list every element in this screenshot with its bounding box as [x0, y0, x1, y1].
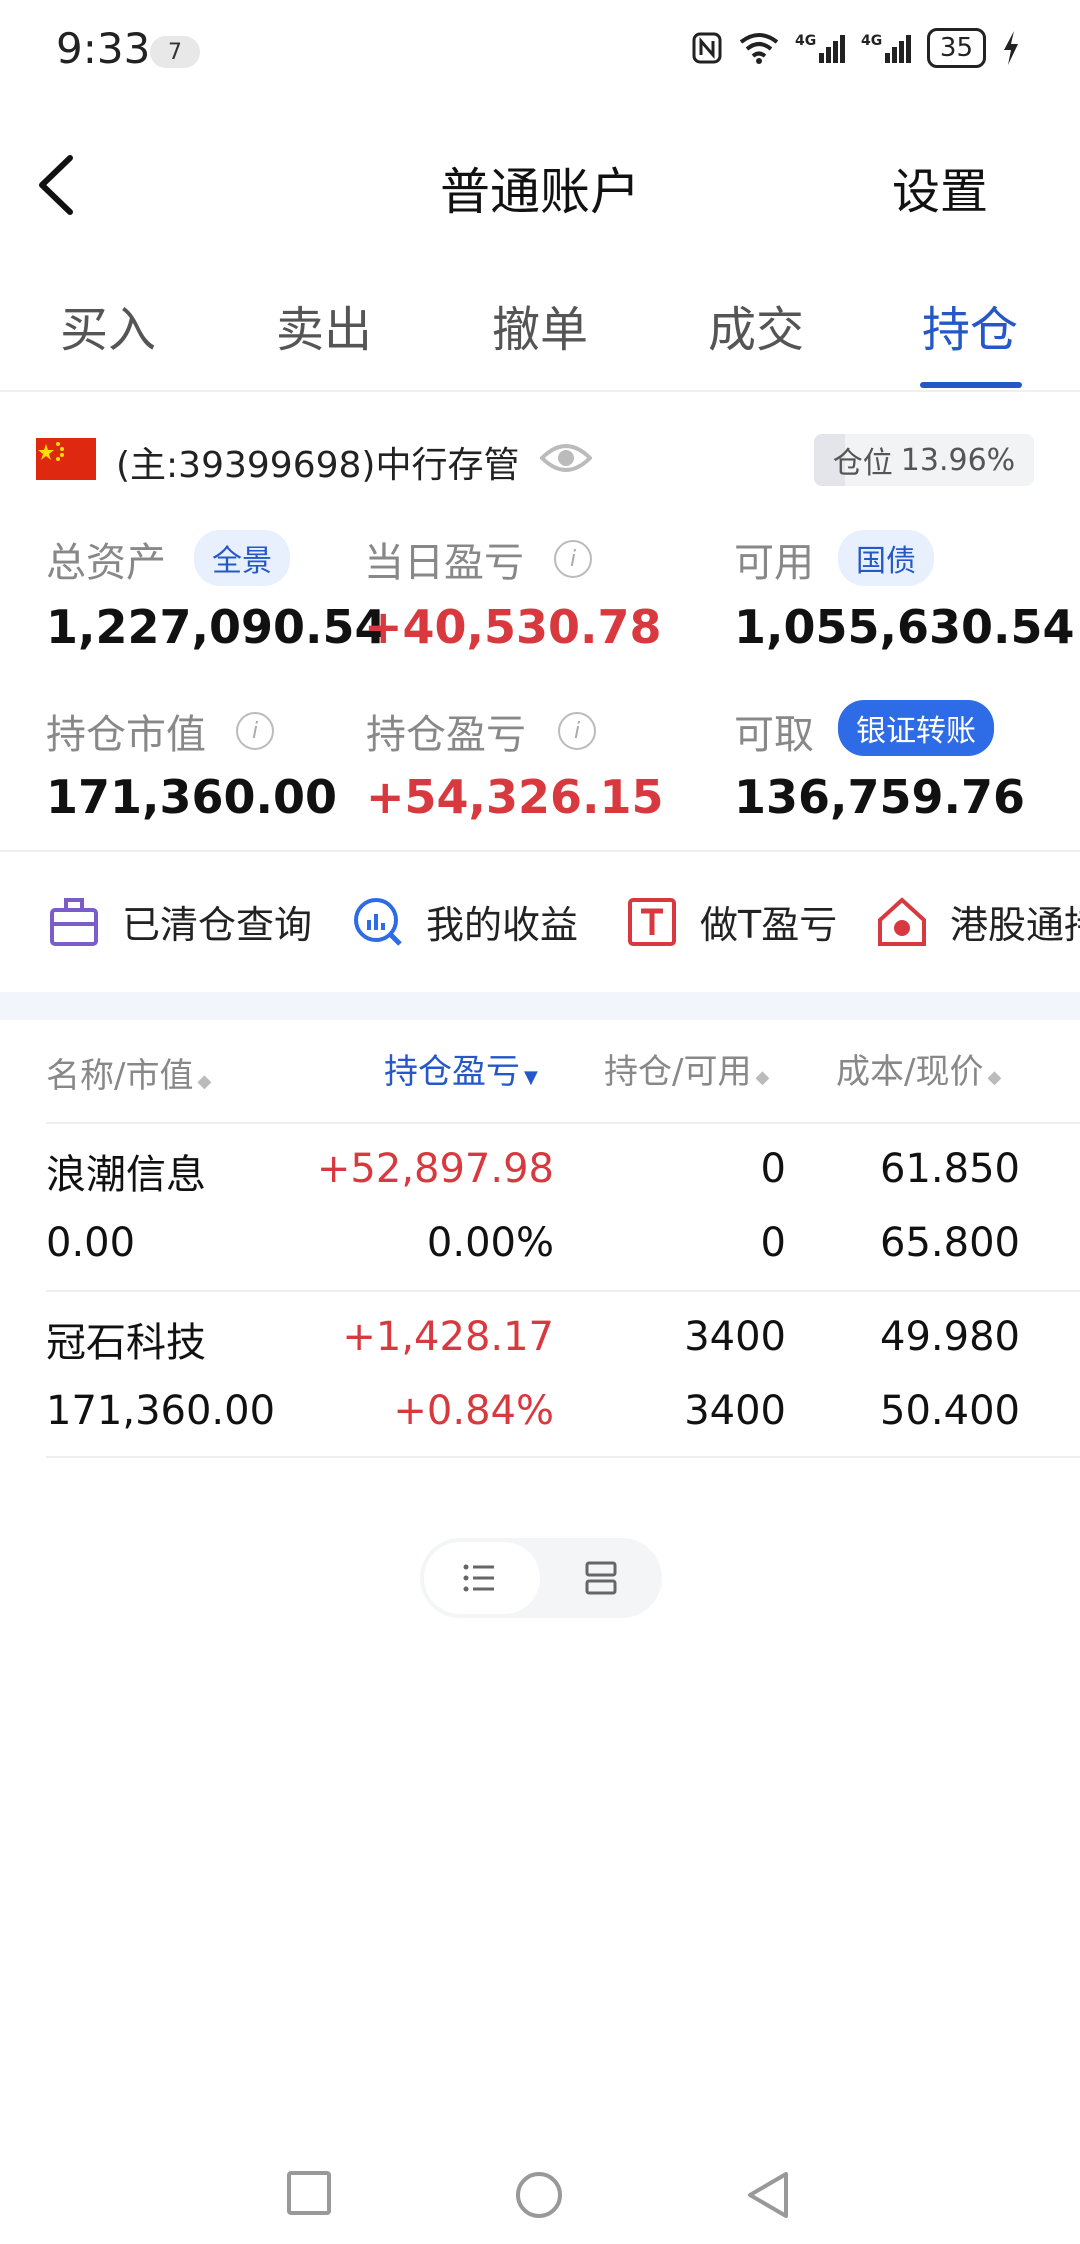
market-value-label: 持仓市值: [46, 712, 206, 758]
stock-holding: 3400: [684, 1314, 786, 1360]
stock-pnl: +52,897.98: [316, 1146, 554, 1192]
hk-flag-house-icon: [878, 896, 926, 946]
stock-pnl-pct: 0.00%: [426, 1220, 554, 1266]
stock-market-value: 0.00: [46, 1220, 136, 1266]
stock-available: 3400: [684, 1388, 786, 1434]
daily-pnl-value: +40,530.78: [364, 600, 662, 654]
quick-link-hk-connect[interactable]: 港股通持: [876, 894, 1080, 949]
tab-cancel-order[interactable]: 撤单: [492, 290, 588, 360]
table-row[interactable]: 浪潮信息 0.00 +52,897.98 0.00% 0 0 61.850 65…: [0, 1124, 1080, 1290]
stock-name: 冠石科技: [46, 1320, 206, 1366]
header-name[interactable]: 名称/市值 ◆: [46, 1048, 211, 1097]
position-ratio-label: 仓位: [832, 446, 893, 481]
settings-button[interactable]: 设置: [892, 152, 988, 222]
briefcase-icon: [50, 897, 98, 946]
status-time: 9:33: [56, 24, 151, 73]
total-assets-label: 总资产: [46, 540, 166, 586]
treasury-bond-pill[interactable]: 国债: [838, 530, 934, 586]
stock-cost: 49.980: [880, 1314, 1020, 1360]
stock-price: 50.400: [880, 1388, 1020, 1434]
bank-transfer-button[interactable]: 银证转账: [838, 700, 994, 756]
header-holding-label: 持仓/可用: [604, 1052, 752, 1092]
quick-link-label: 港股通持: [950, 903, 1080, 947]
stock-available: 0: [760, 1220, 786, 1266]
position-pnl-label: 持仓盈亏: [366, 712, 526, 758]
available-label: 可用: [734, 540, 814, 586]
view-mode-toggle: [420, 1538, 662, 1618]
4g-signal-icon: 4G: [795, 33, 845, 63]
withdrawable-value: 136,759.76: [734, 770, 1026, 824]
total-assets-value: 1,227,090.54: [46, 600, 387, 654]
wifi-icon: [739, 33, 779, 64]
card-view-icon[interactable]: [584, 1560, 618, 1596]
daily-pnl-label: 当日盈亏: [364, 540, 524, 586]
market-value-value: 171,360.00: [46, 770, 338, 824]
sort-desc-icon: ▼: [524, 1067, 538, 1088]
withdrawable-label: 可取: [734, 712, 814, 758]
charging-icon: [1004, 31, 1018, 65]
notification-count-badge: 7: [150, 36, 200, 68]
section-divider: [0, 850, 1080, 852]
stock-cost: 61.850: [880, 1146, 1020, 1192]
position-pnl-value: +54,326.15: [366, 770, 664, 824]
row-divider: [46, 1456, 1080, 1458]
account-label[interactable]: (主:39399698)中行存管: [116, 436, 519, 488]
recents-icon[interactable]: [286, 2170, 332, 2216]
position-ratio-badge: 仓位 13.96%: [814, 434, 1034, 486]
nfc-icon: [692, 32, 722, 64]
table-row[interactable]: 冠石科技 171,360.00 +1,428.17 +0.84% 3400 34…: [0, 1292, 1080, 1458]
panorama-pill[interactable]: 全景: [194, 530, 290, 586]
available-value: 1,055,630.54: [734, 600, 1075, 654]
quick-link-label: 做T盈亏: [700, 903, 838, 947]
tab-holdings[interactable]: 持仓: [922, 290, 1018, 360]
active-tab-indicator: [920, 382, 1022, 388]
list-view-icon[interactable]: [462, 1562, 496, 1594]
sort-icon: ◆: [755, 1067, 770, 1088]
status-icons: 4G 4G 35: [691, 28, 1020, 68]
4g-signal-icon: 4G: [861, 33, 911, 63]
header-pnl-label: 持仓盈亏: [384, 1052, 520, 1092]
position-ratio-value: 13.96%: [900, 442, 1016, 478]
header-cost[interactable]: 成本/现价 ◆: [836, 1044, 1001, 1093]
stock-price: 65.800: [880, 1220, 1020, 1266]
home-icon[interactable]: [514, 2170, 564, 2220]
t-box-icon: [628, 897, 676, 946]
stock-pnl: +1,428.17: [342, 1314, 554, 1360]
header-cost-label: 成本/现价: [836, 1052, 984, 1092]
svg-text:4G: 4G: [861, 33, 882, 49]
quick-link-cleared[interactable]: 已清仓查询: [48, 894, 312, 949]
section-band: [0, 992, 1080, 1020]
stock-holding: 0: [760, 1146, 786, 1192]
header-name-label: 名称/市值: [46, 1056, 194, 1096]
quick-link-t-trade[interactable]: 做T盈亏: [626, 894, 837, 949]
tab-sell[interactable]: 卖出: [276, 290, 372, 360]
stock-pnl-pct: +0.84%: [393, 1388, 554, 1434]
market-value-info-icon[interactable]: i: [236, 712, 274, 750]
header-pnl[interactable]: 持仓盈亏 ▼: [384, 1044, 538, 1093]
position-pnl-info-icon[interactable]: i: [558, 712, 596, 750]
svg-text:4G: 4G: [795, 33, 816, 49]
china-flag-icon: [36, 438, 96, 480]
header-holding[interactable]: 持仓/可用 ◆: [604, 1044, 769, 1093]
trade-tabs: 买入 卖出 撤单 成交 持仓: [0, 290, 1080, 392]
quick-link-earnings[interactable]: 我的收益: [352, 894, 578, 949]
daily-pnl-info-icon[interactable]: i: [554, 540, 592, 578]
sort-icon: ◆: [987, 1067, 1002, 1088]
eye-icon[interactable]: [540, 438, 592, 478]
tab-deals[interactable]: 成交: [708, 290, 804, 360]
chart-search-icon: [354, 897, 402, 946]
quick-link-label: 已清仓查询: [122, 903, 313, 947]
stock-name: 浪潮信息: [46, 1152, 206, 1198]
tab-buy[interactable]: 买入: [60, 290, 156, 360]
quick-link-label: 我的收益: [426, 903, 579, 947]
sort-icon: ◆: [197, 1071, 212, 1092]
stock-market-value: 171,360.00: [46, 1388, 276, 1434]
back-nav-icon[interactable]: [744, 2170, 792, 2220]
battery-indicator: 35: [926, 28, 986, 68]
